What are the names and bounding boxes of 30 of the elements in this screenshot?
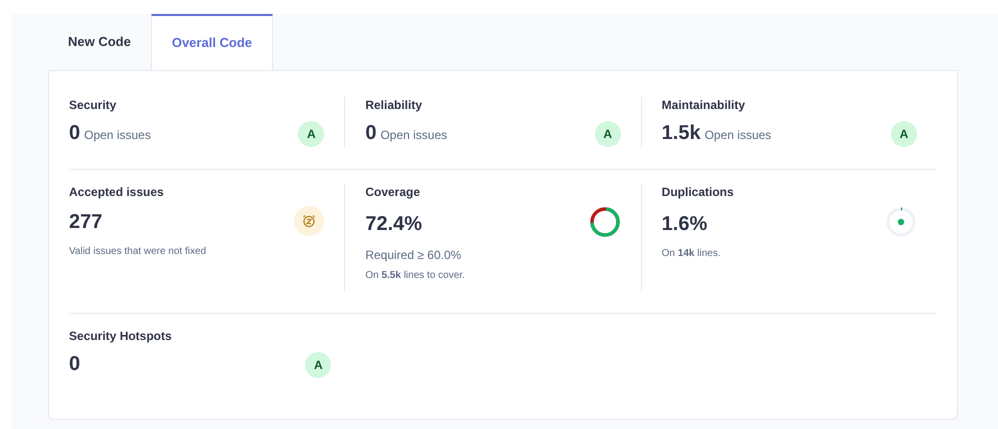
- metric-value[interactable]: 1.5k: [662, 119, 701, 147]
- metric-title: Accepted issues: [69, 184, 165, 200]
- metric-note: Required ≥ 60.0%: [365, 247, 462, 264]
- metric-note: On 14k lines.: [662, 247, 722, 261]
- rating-badge: A: [298, 121, 324, 147]
- metric-title: Reliability: [365, 97, 424, 113]
- coverage-donut-icon: [588, 206, 621, 238]
- metric-value[interactable]: 0: [365, 119, 376, 147]
- tab[interactable]: Overall Code: [150, 14, 274, 70]
- metric-value[interactable]: 277: [69, 208, 102, 236]
- rating-badge: A: [890, 121, 917, 147]
- metric-title: Security: [69, 97, 118, 113]
- tab[interactable]: New Code: [48, 14, 151, 70]
- metric-unit: Open issues: [704, 127, 772, 144]
- metric-unit: Open issues: [84, 127, 151, 144]
- duplications-meter-icon: [884, 206, 917, 238]
- rating-badge: A: [305, 352, 332, 378]
- metric-note: Valid issues that were not fixed: [69, 245, 208, 259]
- metric-value[interactable]: 72.4%: [365, 210, 422, 238]
- alarm-clock-icon: [294, 206, 324, 236]
- metric-title: Duplications: [662, 184, 735, 200]
- rating-badge: A: [594, 121, 621, 147]
- metric-value[interactable]: 0: [69, 350, 80, 378]
- metric-title: Maintainability: [662, 97, 746, 113]
- metric-unit: Open issues: [380, 127, 448, 144]
- metric-value[interactable]: 0: [69, 119, 80, 147]
- metric-title: Security Hotspots: [69, 328, 173, 344]
- metric-note: On 5.5k lines to cover.: [365, 269, 466, 283]
- metric-value[interactable]: 1.6%: [662, 210, 708, 238]
- metric-title: Coverage: [365, 184, 422, 200]
